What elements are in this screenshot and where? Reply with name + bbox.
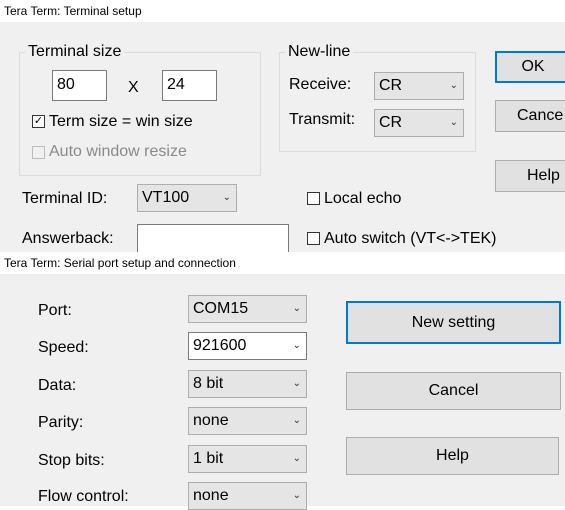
terminal-id-label: Terminal ID:	[22, 190, 108, 207]
ok-button[interactable]: OK	[495, 51, 565, 83]
answerback-label: Answerback:	[22, 230, 114, 247]
chevron-down-icon: ⌄	[292, 453, 301, 464]
data-select[interactable]: 8 bit ⌄	[188, 370, 307, 398]
receive-select[interactable]: CR ⌄	[374, 72, 464, 100]
help-button[interactable]: Help	[495, 160, 565, 192]
newline-legend: New-line	[285, 43, 354, 61]
terminal-id-select[interactable]: VT100 ⌄	[137, 184, 237, 212]
auto-switch-label: Auto switch (VT<->TEK)	[324, 230, 497, 247]
chevron-down-icon: ⌄	[222, 192, 231, 203]
receive-label: Receive:	[289, 76, 352, 93]
speed-value: 921600	[193, 337, 247, 354]
speed-select[interactable]: 921600 ⌄	[188, 332, 307, 360]
chevron-down-icon: ⌄	[292, 378, 301, 389]
terminal-id-value: VT100	[142, 189, 190, 206]
newline-group	[279, 52, 476, 152]
chevron-down-icon: ⌄	[449, 117, 458, 128]
port-value: COM15	[193, 300, 249, 317]
parity-value: none	[193, 412, 229, 429]
terminal-setup-title: Tera Term: Terminal setup	[4, 4, 142, 18]
port-label: Port:	[38, 302, 72, 319]
transmit-select[interactable]: CR ⌄	[374, 109, 464, 137]
speed-label: Speed:	[38, 339, 89, 356]
serial-help-button[interactable]: Help	[346, 437, 559, 475]
chevron-down-icon: ⌄	[292, 303, 301, 314]
stop-bits-select[interactable]: 1 bit ⌄	[188, 445, 307, 473]
flow-control-value: none	[193, 487, 229, 504]
columns-input[interactable]: 80	[52, 70, 107, 101]
chevron-down-icon: ⌄	[292, 490, 301, 501]
stop-bits-label: Stop bits:	[38, 452, 105, 469]
port-select[interactable]: COM15 ⌄	[188, 295, 307, 323]
flow-control-label: Flow control:	[38, 488, 129, 505]
chevron-down-icon: ⌄	[292, 415, 301, 426]
serial-setup-dialog: Port: COM15 ⌄ Speed: 921600 ⌄ Data: 8 bi…	[0, 274, 565, 510]
local-echo-label: Local echo	[324, 190, 402, 207]
terminal-setup-titlebar: Tera Term: Terminal setup	[0, 0, 565, 22]
receive-value: CR	[379, 77, 403, 94]
transmit-label: Transmit:	[289, 111, 356, 128]
parity-select[interactable]: none ⌄	[188, 407, 307, 435]
data-label: Data:	[38, 377, 77, 394]
terminal-setup-dialog: Terminal size 80 X 24 ✓ Term size = win …	[0, 22, 565, 256]
new-setting-button[interactable]: New setting	[346, 301, 561, 344]
terminal-size-legend: Terminal size	[25, 43, 125, 61]
rows-input[interactable]: 24	[162, 70, 217, 101]
serial-setup-title: Tera Term: Serial port setup and connect…	[4, 256, 236, 270]
size-separator: X	[128, 79, 139, 96]
auto-switch-checkbox[interactable]	[307, 232, 320, 245]
chevron-down-icon: ⌄	[449, 80, 458, 91]
local-echo-checkbox[interactable]	[307, 192, 320, 205]
term-size-checkbox[interactable]: ✓	[32, 115, 45, 128]
auto-resize-label: Auto window resize	[49, 143, 187, 160]
checkmark-icon: ✓	[33, 115, 44, 127]
stop-bits-value: 1 bit	[193, 450, 224, 467]
chevron-down-icon: ⌄	[292, 340, 301, 351]
cancel-button[interactable]: Cance	[495, 100, 565, 132]
parity-label: Parity:	[38, 414, 84, 431]
transmit-value: CR	[379, 114, 403, 131]
serial-setup-titlebar: Tera Term: Serial port setup and connect…	[0, 252, 565, 274]
term-size-label: Term size = win size	[49, 113, 193, 130]
auto-resize-checkbox	[32, 146, 45, 159]
data-value: 8 bit	[193, 375, 224, 392]
serial-cancel-button[interactable]: Cancel	[346, 372, 561, 410]
